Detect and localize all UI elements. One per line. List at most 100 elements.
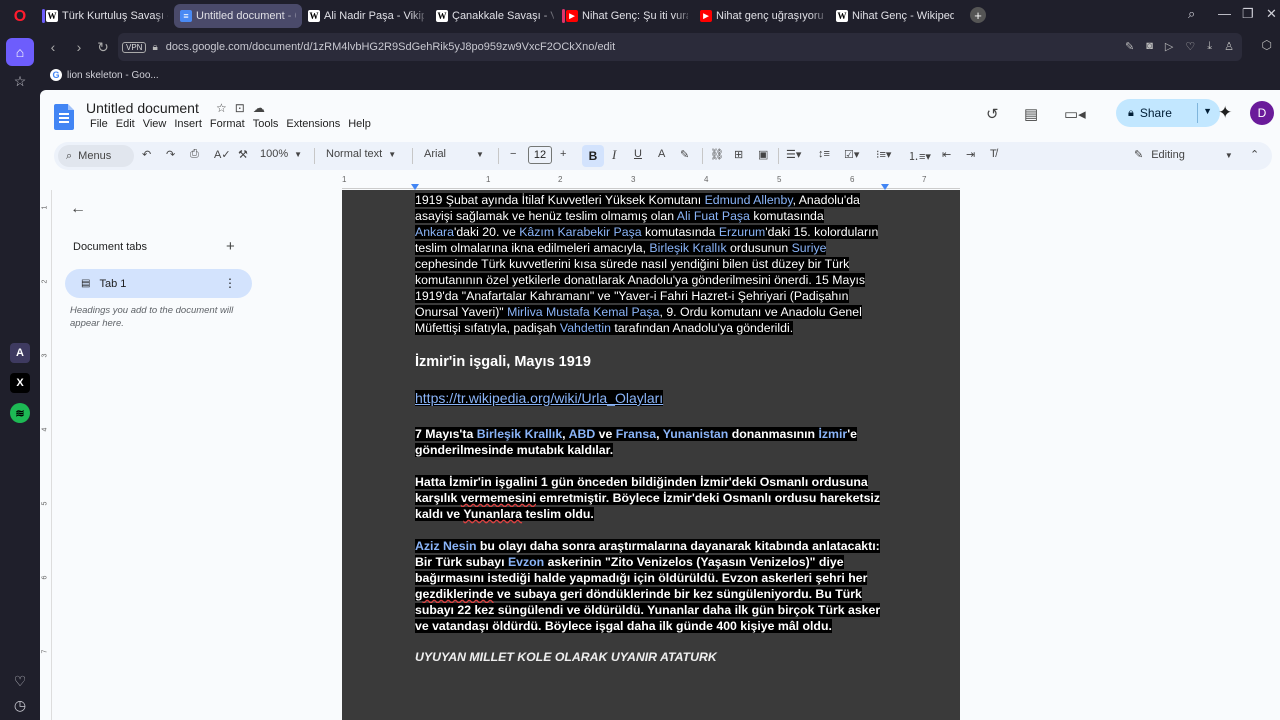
star-icon[interactable]: ☆ [9, 70, 31, 92]
history-icon[interactable]: ◷ [9, 694, 31, 716]
editing-mode-select[interactable]: ✎ Editing ▼ [1134, 148, 1233, 161]
align-icon[interactable]: ☰▾ [786, 148, 801, 161]
print-icon[interactable]: ⎙ [190, 148, 199, 161]
link-aziz-nesin[interactable]: Aziz Nesin [415, 539, 477, 553]
link-kazim-karabekir[interactable]: Kâzım Karabekir Paşa [519, 225, 641, 239]
vpn-badge[interactable]: VPN [122, 41, 147, 53]
menu-help[interactable]: Help [344, 118, 375, 130]
highlight-icon[interactable]: ✎ [680, 148, 689, 161]
more-options-icon[interactable]: ⋮ [224, 276, 236, 290]
link-birlesik-krallik[interactable]: Birleşik Krallık [649, 241, 726, 255]
clear-formatting-icon[interactable]: T̸ [990, 148, 997, 160]
download-icon[interactable]: ⤓ [1207, 40, 1212, 53]
underline-icon[interactable]: U [634, 148, 642, 160]
edit-icon[interactable]: ✎ [1125, 40, 1134, 53]
extensions-icon[interactable]: ⬡ [1262, 38, 1272, 52]
undo-icon[interactable]: ↶ [142, 148, 151, 161]
menu-edit[interactable]: Edit [112, 118, 139, 130]
style-select[interactable]: Normal text ▼ [326, 148, 396, 160]
link-ankara[interactable]: Ankara [415, 225, 454, 239]
document-body[interactable]: 1919 Şubat ayında İtilaf Kuvvetleri Yüks… [415, 190, 887, 664]
reload-icon[interactable]: ↻ [90, 39, 116, 56]
move-folder-icon[interactable]: ⊡ [235, 101, 245, 115]
horizontal-ruler[interactable]: 1 1 2 3 4 5 6 7 [342, 175, 960, 190]
close-icon[interactable]: ✕ [1266, 6, 1277, 22]
redo-icon[interactable]: ↷ [166, 148, 175, 161]
line-spacing-icon[interactable]: ↕≡ [818, 148, 830, 160]
address-bar[interactable]: VPN 🔒︎ docs.google.com/document/d/1zRM4l… [118, 33, 1242, 61]
x-app-icon[interactable]: X [10, 373, 30, 393]
docs-logo-icon[interactable] [54, 104, 74, 130]
heart-bookmark-icon[interactable]: ♡ [1185, 40, 1195, 53]
search-tabs-icon[interactable]: ⌕ [1188, 6, 1195, 22]
add-comment-icon[interactable]: ⊞ [734, 148, 743, 161]
menu-view[interactable]: View [139, 118, 171, 130]
browser-tab[interactable]: ▶ Nihat genç uğraşıyoruz - [694, 4, 830, 28]
cloud-status-icon[interactable]: ☁ [253, 101, 265, 115]
browser-tab[interactable]: ▶ Nihat Genç: Şu iti vuracak [560, 4, 694, 28]
gemini-icon[interactable]: ✦ [1218, 103, 1232, 123]
link-fransa[interactable]: Fransa [616, 427, 656, 441]
version-history-icon[interactable]: ↺ [986, 105, 999, 123]
spellcheck-icon[interactable]: A✓ [214, 148, 231, 161]
bulleted-list-icon[interactable]: ⁝≡▾ [876, 148, 891, 161]
link-abd[interactable]: ABD [569, 427, 596, 441]
numbered-list-icon[interactable]: ⒈≡▾ [908, 148, 931, 164]
play-icon[interactable]: ▷ [1165, 40, 1173, 53]
forward-icon[interactable]: › [66, 39, 92, 55]
link-mustafa-kemal[interactable]: Mustafa Kemal Paşa [546, 305, 659, 319]
bold-icon[interactable]: B [582, 145, 604, 167]
increase-indent-icon[interactable]: ⇥ [966, 148, 975, 161]
back-icon[interactable]: ‹ [40, 39, 66, 55]
menu-format[interactable]: Format [206, 118, 249, 130]
bookmark-item[interactable]: G lion skeleton - Goo... [50, 69, 159, 81]
text-color-icon[interactable]: A [658, 148, 665, 160]
share-button[interactable]: 🔒︎ Share ▼ [1116, 99, 1220, 127]
menu-file[interactable]: File [86, 118, 112, 130]
menus-search[interactable]: ⌕ Menus [58, 145, 134, 167]
decrease-indent-icon[interactable]: ⇤ [942, 148, 951, 161]
restore-icon[interactable]: ❐ [1242, 6, 1254, 22]
browser-tab[interactable]: W Türk Kurtuluş Savaşı - Vik [40, 4, 174, 28]
insert-image-icon[interactable]: ▣ [758, 148, 768, 161]
link-erzurum[interactable]: Erzurum [719, 225, 765, 239]
decrease-font-size-icon[interactable]: − [510, 148, 516, 160]
checklist-icon[interactable]: ☑▾ [844, 148, 859, 161]
link-birlesik-krallik[interactable]: Birleşik Krallık [477, 427, 562, 441]
url-text[interactable]: docs.google.com/document/d/1zRM4lvbHG2R9… [166, 41, 615, 53]
menu-extensions[interactable]: Extensions [282, 118, 344, 130]
home-icon[interactable]: ⌂ [6, 38, 34, 66]
chevron-up-icon[interactable]: ⌃ [1250, 148, 1259, 161]
star-icon[interactable]: ☆ [216, 101, 227, 115]
browser-tab[interactable]: W Çanakkale Savaşı - Vikipe [430, 4, 560, 28]
browser-tab-active[interactable]: ≡ Untitled document - Goo [174, 4, 302, 28]
spotify-app-icon[interactable]: ≋ [10, 403, 30, 423]
heart-icon[interactable]: ♡ [9, 670, 31, 692]
back-arrow-icon[interactable]: ← [70, 200, 86, 218]
link-icon[interactable]: ⛓ [710, 148, 724, 161]
font-size-input[interactable]: 12 [528, 146, 552, 164]
lock-icon[interactable]: 🔒︎ [152, 42, 157, 53]
browser-tab[interactable]: W Ali Nadir Paşa - Vikipedi [302, 4, 430, 28]
aria-app-icon[interactable]: A [10, 343, 30, 363]
avatar[interactable]: D [1250, 101, 1274, 125]
menu-tools[interactable]: Tools [249, 118, 283, 130]
link-urla-olaylari[interactable]: https://tr.wikipedia.org/wiki/Urla_Olayl… [415, 390, 664, 406]
increase-font-size-icon[interactable]: + [560, 148, 566, 160]
zoom-select[interactable]: 100% ▼ [260, 148, 302, 160]
meet-icon[interactable]: ▭◂ [1064, 105, 1086, 123]
menu-insert[interactable]: Insert [170, 118, 206, 130]
link-yunanistan[interactable]: Yunanistan [663, 427, 729, 441]
link-vahdettin[interactable]: Vahdettin [560, 321, 611, 335]
document-title[interactable]: Untitled document [86, 100, 199, 116]
link-edmund-allenby[interactable]: Edmund Allenby [705, 193, 793, 207]
minimize-icon[interactable]: — [1218, 6, 1231, 21]
link-evzon[interactable]: Evzon [508, 555, 544, 569]
document-tab-1[interactable]: ▤ Tab 1 ⋮ [65, 269, 252, 298]
camera-icon[interactable]: ◙ [1146, 40, 1153, 53]
link-mirliva[interactable]: Mirliva [507, 305, 543, 319]
link-suriye[interactable]: Suriye [792, 241, 827, 255]
add-tab-button[interactable]: + [226, 238, 235, 255]
chevron-down-icon[interactable]: ▼ [1203, 106, 1212, 116]
paint-format-icon[interactable]: ⚒ [238, 148, 248, 161]
